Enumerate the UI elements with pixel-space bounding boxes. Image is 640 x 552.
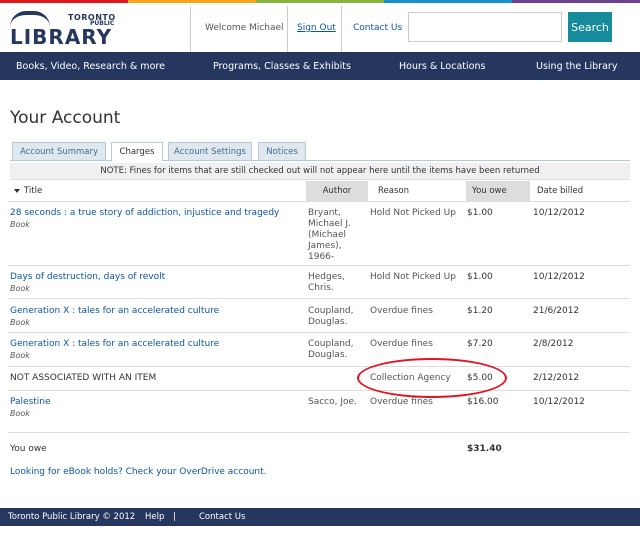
- charge-reason: Hold Not Picked Up: [370, 208, 456, 218]
- top-header: TORONTO PUBLIC LIBRARY Welcome Michael S…: [0, 3, 640, 52]
- tab-account-summary[interactable]: Account Summary: [12, 142, 106, 160]
- charge-reason: Overdue fines: [370, 397, 433, 407]
- item-type: Book: [10, 318, 30, 327]
- nav-books-video-research[interactable]: Books, Video, Research & more: [16, 61, 165, 72]
- column-header-title-label: Title: [24, 186, 43, 196]
- item-title-link[interactable]: Generation X : tales for an accelerated …: [10, 306, 219, 317]
- date-billed: 2/8/2012: [533, 339, 574, 349]
- item-author: Hedges, Chris.: [308, 272, 345, 293]
- row-divider: [8, 201, 630, 202]
- page-footer: Toronto Public Library © 2012 Help | Con…: [0, 508, 640, 526]
- item-type: Book: [10, 409, 30, 418]
- date-billed: 21/6/2012: [533, 306, 580, 316]
- item-type: Book: [10, 284, 30, 293]
- header-divider: [190, 6, 191, 52]
- footer-help-link[interactable]: Help: [145, 512, 164, 522]
- item-title-link[interactable]: Days of destruction, days of revolt: [10, 272, 165, 283]
- row-divider: [8, 390, 630, 391]
- logo-library-text: LIBRARY: [10, 25, 113, 49]
- item-title-link[interactable]: 28 seconds : a true story of addiction, …: [10, 208, 279, 219]
- charge-amount: $1.00: [467, 272, 493, 282]
- charge-amount: $16.00: [467, 397, 499, 407]
- item-title-link[interactable]: Generation X : tales for an accelerated …: [10, 339, 219, 350]
- item-author: Coupland, Douglas.: [308, 306, 354, 327]
- header-divider: [287, 6, 288, 52]
- contact-us-link[interactable]: Contact Us: [353, 23, 402, 33]
- item-type: Book: [10, 351, 30, 360]
- column-header-reason[interactable]: Reason: [378, 181, 409, 201]
- tab-charges[interactable]: Charges: [111, 142, 163, 161]
- red-annotation-circle: [357, 358, 507, 398]
- overdrive-ebook-link[interactable]: Looking for eBook holds? Check your Over…: [10, 467, 267, 477]
- sort-down-icon: [14, 189, 20, 193]
- footer-copyright: Toronto Public Library © 2012: [8, 512, 136, 522]
- item-title-link[interactable]: Palestine: [10, 397, 51, 408]
- page-title: Your Account: [10, 108, 121, 128]
- welcome-text: Welcome Michael: [205, 23, 284, 33]
- library-logo[interactable]: TORONTO PUBLIC LIBRARY: [10, 11, 120, 49]
- charge-amount: $1.20: [467, 306, 493, 316]
- column-header-date-billed[interactable]: Date billed: [537, 181, 583, 201]
- date-billed: 10/12/2012: [533, 208, 585, 218]
- item-title: NOT ASSOCIATED WITH AN ITEM: [10, 373, 157, 383]
- column-header-title[interactable]: Title: [14, 181, 42, 201]
- row-divider: [8, 298, 630, 299]
- item-type: Book: [10, 220, 30, 229]
- total-divider: [8, 432, 630, 433]
- column-header-you-owe[interactable]: You owe: [466, 181, 530, 201]
- nav-programs-classes[interactable]: Programs, Classes & Exhibits: [213, 61, 351, 72]
- item-author: Coupland, Douglas.: [308, 339, 354, 360]
- date-billed: 10/12/2012: [533, 272, 585, 282]
- footer-separator: |: [173, 512, 176, 522]
- search-button[interactable]: Search: [568, 12, 612, 42]
- tab-account-settings[interactable]: Account Settings: [168, 142, 252, 160]
- charges-note: NOTE: Fines for items that are still che…: [10, 163, 630, 180]
- nav-hours-locations[interactable]: Hours & Locations: [399, 61, 485, 72]
- tab-notices[interactable]: Notices: [258, 142, 306, 160]
- total-owed-label: You owe: [10, 444, 47, 454]
- row-divider: [8, 265, 630, 266]
- footer-contact-link[interactable]: Contact Us: [199, 512, 245, 522]
- item-author: Sacco, Joe.: [308, 397, 357, 407]
- column-header-author[interactable]: Author: [306, 181, 368, 201]
- total-owed-amount: $31.40: [467, 444, 502, 454]
- sign-out-link[interactable]: Sign Out: [297, 23, 336, 33]
- main-nav: Books, Video, Research & more Programs, …: [0, 52, 640, 80]
- date-billed: 2/12/2012: [533, 373, 580, 383]
- charge-reason: Overdue fines: [370, 339, 433, 349]
- date-billed: 10/12/2012: [533, 397, 585, 407]
- row-divider: [8, 366, 630, 367]
- charge-reason: Overdue fines: [370, 306, 433, 316]
- charge-amount: $7.20: [467, 339, 493, 349]
- row-divider: [8, 332, 630, 333]
- tab-underline: [10, 160, 630, 161]
- item-author: Bryant, Michael J. (Michael James), 1966…: [308, 208, 351, 262]
- nav-using-the-library[interactable]: Using the Library: [536, 61, 617, 72]
- header-divider: [341, 6, 342, 52]
- charge-reason: Hold Not Picked Up: [370, 272, 456, 282]
- search-input[interactable]: [408, 12, 562, 42]
- charge-amount: $1.00: [467, 208, 493, 218]
